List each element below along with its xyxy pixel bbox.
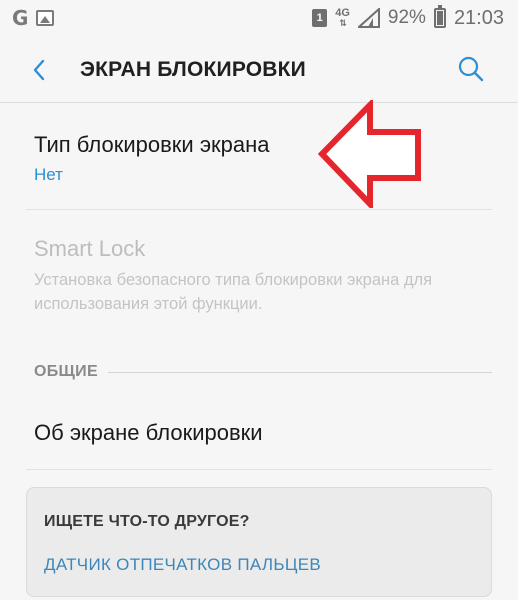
lock-type-title: Тип блокировки экрана: [34, 132, 270, 157]
signal-icon: [357, 8, 380, 28]
status-bar: G 1 4G ⇅ 92% 21:03: [0, 0, 518, 36]
about-lock-screen-title: Об экране блокировки: [34, 420, 263, 445]
image-icon: [36, 10, 55, 26]
item-divider: [26, 469, 492, 470]
section-header-general: ОБЩИЕ: [34, 363, 98, 380]
app-header: ЭКРАН БЛОКИРОВКИ: [0, 36, 518, 102]
data-arrows-icon: ⇅: [339, 18, 346, 28]
network-type-label: 4G: [335, 7, 350, 19]
fingerprint-sensor-link[interactable]: ДАТЧИК ОТПЕЧАТКОВ ПАЛЬЦЕВ: [44, 555, 321, 575]
status-left: G: [12, 6, 55, 30]
about-lock-screen-item[interactable]: Об экране блокировки: [0, 395, 518, 469]
lock-type-value: Нет: [34, 165, 63, 184]
smart-lock-title: Smart Lock: [34, 236, 146, 261]
battery-icon: [433, 5, 446, 28]
clock: 21:03: [453, 6, 504, 29]
suggestion-card-title: ИЩЕТЕ ЧТО-ТО ДРУГОЕ?: [44, 513, 250, 530]
sim-icon: 1: [312, 9, 328, 27]
page-title: ЭКРАН БЛОКИРОВКИ: [80, 58, 306, 81]
search-icon[interactable]: [456, 54, 486, 84]
suggestion-card: ИЩЕТЕ ЧТО-ТО ДРУГОЕ? ДАТЧИК ОТПЕЧАТКОВ П…: [26, 487, 492, 597]
google-g-icon: G: [12, 6, 29, 30]
back-arrow-icon[interactable]: [28, 58, 52, 82]
lock-type-item[interactable]: Тип блокировки экрана Нет: [0, 103, 518, 209]
battery-percent: 92%: [387, 7, 426, 28]
section-divider: [108, 372, 492, 373]
smart-lock-description: Установка безопасного типа блокировки эк…: [34, 271, 433, 313]
network-type-indicator: 4G ⇅: [335, 7, 350, 29]
status-right: 1 4G ⇅ 92% 21:03: [312, 5, 504, 30]
